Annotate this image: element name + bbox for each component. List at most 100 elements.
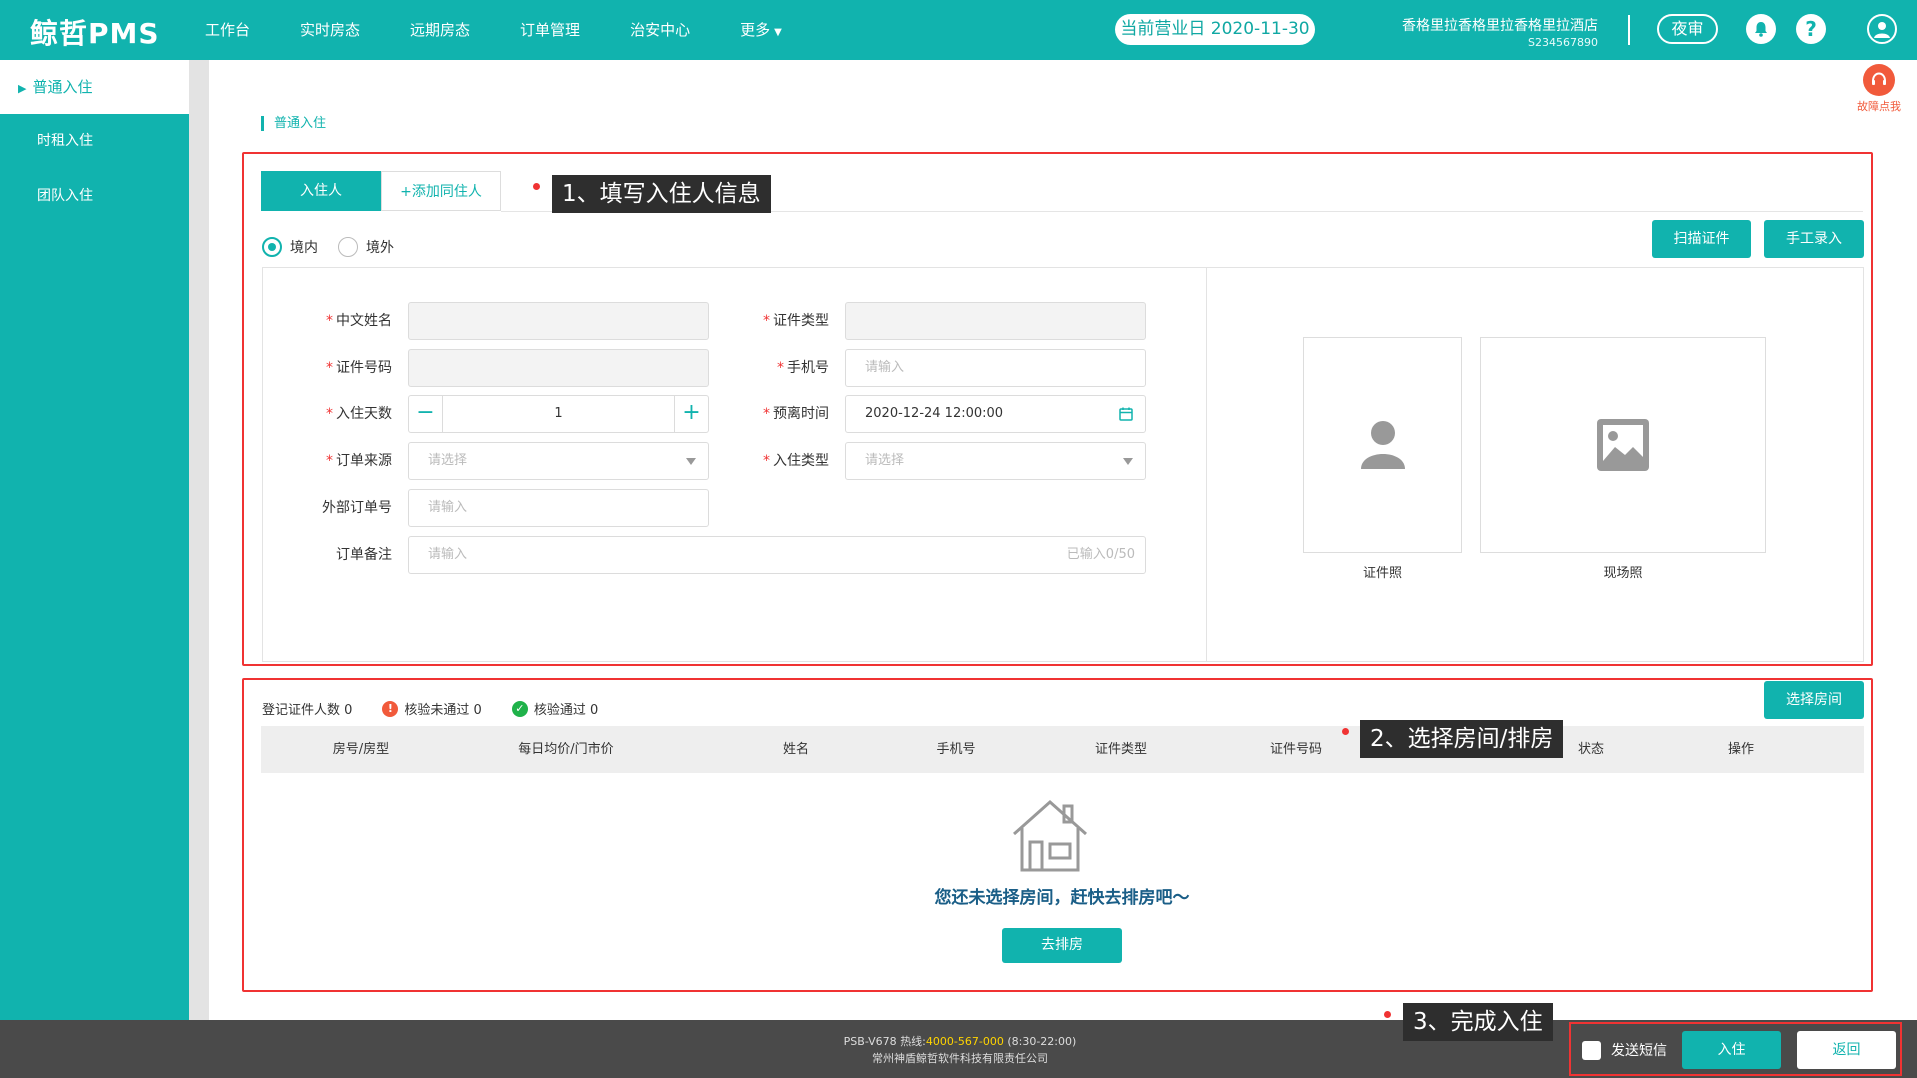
id-photo-caption: 证件照 xyxy=(1362,566,1402,581)
sidebar: ▶ 普通入住 时租入住 团队入住 xyxy=(0,60,189,1020)
manual-entry-button[interactable]: 手工录入 xyxy=(1764,220,1864,258)
nav-more-label: 更多 xyxy=(740,21,771,39)
send-sms-checkbox[interactable] xyxy=(1582,1040,1601,1060)
checkin-button[interactable]: 入住 xyxy=(1682,1031,1781,1069)
chinese-name-field[interactable] xyxy=(408,302,709,340)
hotel-name[interactable]: 香格里拉香格里拉香格里拉酒店 xyxy=(1310,15,1598,35)
col-id-type: 证件类型 xyxy=(1094,742,1147,757)
footer-hours: (8:30-22:00) xyxy=(1007,1035,1077,1048)
id-type-label: * 证件类型 xyxy=(763,313,829,329)
play-triangle-icon: ▶ xyxy=(18,82,27,95)
topbar-divider xyxy=(1628,15,1630,45)
callout-dot xyxy=(1342,728,1349,735)
person-icon xyxy=(1360,421,1405,469)
assign-room-button[interactable]: 去排房 xyxy=(1002,928,1122,963)
sidebar-item-group-checkin[interactable]: 团队入住 xyxy=(0,169,189,223)
callout-step-2: 2、选择房间/排房 xyxy=(1360,720,1564,758)
col-actions: 操作 xyxy=(1727,742,1754,757)
id-photo-box[interactable] xyxy=(1303,337,1462,553)
col-price: 每日均价/门市价 xyxy=(518,742,614,757)
external-order-input[interactable]: 请输入 xyxy=(408,489,709,527)
col-phone: 手机号 xyxy=(936,742,976,757)
sms-option: 发送短信 xyxy=(1582,1040,1667,1060)
nav-realtime-rooms[interactable]: 实时房态 xyxy=(275,0,385,60)
phone-input[interactable]: 请输入 xyxy=(845,349,1146,387)
footer-hotline-label: 热线: xyxy=(900,1035,926,1048)
departure-time-value: 2020-12-24 12:00:00 xyxy=(865,406,1004,421)
live-photo-box[interactable] xyxy=(1480,337,1766,553)
room-table-header: 房号/房型 每日均价/门市价 姓名 手机号 证件类型 证件号码 状态 操作 xyxy=(261,726,1864,773)
external-order-label: 外部订单号 xyxy=(322,500,392,516)
select-room-button[interactable]: 选择房间 xyxy=(1764,681,1864,719)
verification-stats: 登记证件人数 0 ! 核验未通过 0 ✓ 核验通过 0 xyxy=(262,699,628,718)
tab-add-cohabitant[interactable]: +添加同住人 xyxy=(381,171,501,211)
footer-company: 常州神盾鲸哲软件科技有限责任公司 xyxy=(872,1052,1048,1065)
sidebar-item-hourly-checkin[interactable]: 时租入住 xyxy=(0,114,189,168)
stay-days-stepper: − 1 + xyxy=(408,395,709,433)
radio-foreign[interactable] xyxy=(338,237,358,257)
order-source-label: * 订单来源 xyxy=(326,453,392,469)
bell-icon[interactable] xyxy=(1746,14,1776,44)
minus-icon[interactable]: − xyxy=(409,396,442,432)
user-avatar-icon[interactable] xyxy=(1867,14,1897,44)
nav-orders[interactable]: 订单管理 xyxy=(495,0,605,60)
passed-count: ✓ 核验通过 0 xyxy=(511,699,598,718)
radio-foreign-label: 境外 xyxy=(366,240,394,256)
nav-security-center[interactable]: 治安中心 xyxy=(605,0,715,60)
breadcrumb: 普通入住 xyxy=(261,116,326,131)
send-sms-label: 发送短信 xyxy=(1611,1043,1667,1059)
sidebar-item-normal-checkin[interactable]: ▶ 普通入住 xyxy=(0,60,189,114)
id-number-field[interactable] xyxy=(408,349,709,387)
origin-radio-group: 境内 境外 xyxy=(262,237,414,257)
back-button[interactable]: 返回 xyxy=(1797,1031,1896,1069)
callout-step-1: 1、填写入住人信息 xyxy=(552,175,771,213)
caret-down-icon xyxy=(1123,458,1133,465)
name-label: * 中文姓名 xyxy=(326,313,392,329)
phone-label: * 手机号 xyxy=(777,360,829,376)
sidebar-gutter xyxy=(189,60,209,1020)
order-source-select[interactable]: 请选择 xyxy=(408,442,709,480)
alert-icon: ! xyxy=(382,700,399,717)
night-audit-button[interactable]: 夜审 xyxy=(1657,14,1718,44)
nav-forward-rooms[interactable]: 远期房态 xyxy=(385,0,495,60)
fault-report-label: 故障点我 xyxy=(1857,100,1901,113)
support-headset-icon xyxy=(1863,64,1895,96)
nav-more[interactable]: 更多 ▼ xyxy=(715,0,807,60)
tab-guest[interactable]: 入住人 xyxy=(261,171,381,211)
radio-domestic[interactable] xyxy=(262,237,282,257)
nav-workbench[interactable]: 工作台 xyxy=(180,0,275,60)
departure-label: * 预离时间 xyxy=(763,406,829,422)
col-id-number: 证件号码 xyxy=(1269,742,1322,757)
checkin-type-select[interactable]: 请选择 xyxy=(845,442,1146,480)
order-remark-placeholder: 请输入 xyxy=(428,547,468,562)
main-nav: 工作台 实时房态 远期房态 订单管理 治安中心 更多 ▼ xyxy=(180,0,807,60)
app-logo[interactable]: 鲸哲PMS xyxy=(30,12,160,52)
stay-days-value[interactable]: 1 xyxy=(442,396,675,432)
live-photo-caption: 现场照 xyxy=(1603,566,1643,581)
radio-domestic-label: 境内 xyxy=(290,240,318,256)
callout-step-3: 3、完成入住 xyxy=(1403,1003,1553,1041)
check-icon: ✓ xyxy=(511,700,528,717)
empty-state-text: 您还未选择房间，赶快去排房吧～ xyxy=(934,888,1190,908)
help-icon[interactable]: ? xyxy=(1796,14,1826,44)
footer-version-hotline: PSB-V678 热线:4000-567-000 (8:30-22:00) xyxy=(730,1033,1190,1049)
callout-dot xyxy=(533,183,540,190)
failed-count-label: 核验未通过 0 xyxy=(404,703,482,718)
callout-dot xyxy=(1384,1011,1391,1018)
scan-id-button[interactable]: 扫描证件 xyxy=(1652,220,1751,258)
col-room: 房号/房型 xyxy=(332,742,390,757)
departure-time-field[interactable]: 2020-12-24 12:00:00 xyxy=(845,395,1146,433)
empty-house-icon xyxy=(1013,799,1087,872)
col-name: 姓名 xyxy=(782,742,809,757)
order-source-placeholder: 请选择 xyxy=(428,453,468,468)
order-remark-input[interactable]: 请输入 已输入0/50 xyxy=(408,536,1146,574)
caret-down-icon: ▼ xyxy=(774,27,782,38)
id-type-field[interactable] xyxy=(845,302,1146,340)
business-day-badge: 当前营业日 2020-11-30 xyxy=(1115,14,1315,45)
footer-version: PSB-V678 xyxy=(843,1035,897,1048)
remark-counter: 已输入0/50 xyxy=(1066,547,1135,562)
fault-report[interactable]: 故障点我 xyxy=(1852,64,1906,114)
stay-days-label: * 入住天数 xyxy=(326,406,392,422)
image-icon xyxy=(1597,419,1649,471)
caret-down-icon xyxy=(686,458,696,465)
